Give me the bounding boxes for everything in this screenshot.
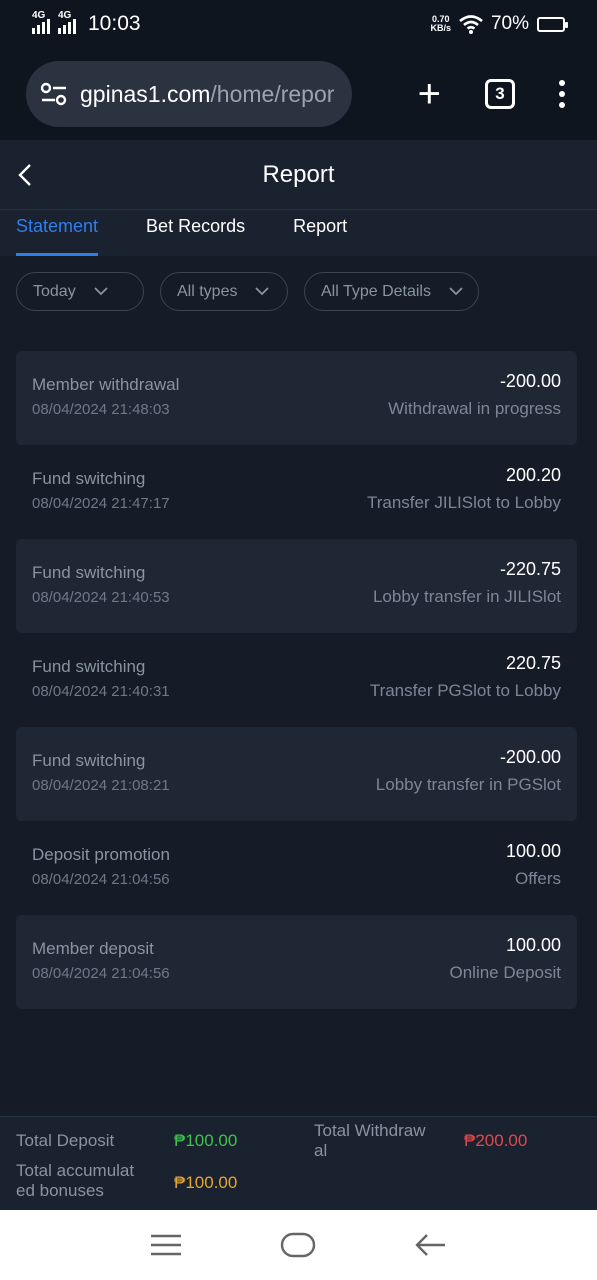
- tx-time: 08/04/2024 21:47:17: [32, 495, 170, 512]
- tx-title: Fund switching: [32, 657, 146, 676]
- list-item[interactable]: Fund switching 08/04/2024 21:40:31 220.7…: [16, 633, 577, 727]
- network-type-2: 4G: [58, 10, 72, 21]
- page-header: Report: [0, 140, 597, 210]
- tx-amount: 100.00: [505, 935, 561, 955]
- tx-desc: Online Deposit: [449, 963, 561, 982]
- tx-time: 08/04/2024 21:04:56: [32, 965, 170, 982]
- label-line: Total Withdraw: [314, 1121, 426, 1140]
- network-speed: 0.70 KB/s: [430, 15, 451, 33]
- tx-title: Fund switching: [32, 469, 146, 488]
- label-line: ed bonuses: [16, 1181, 104, 1200]
- list-item[interactable]: Fund switching 08/04/2024 21:47:17 200.2…: [16, 445, 577, 539]
- arrow-left-icon[interactable]: [413, 1230, 449, 1260]
- tx-amount: 100.00: [505, 841, 561, 861]
- tx-time: 08/04/2024 21:04:56: [32, 871, 170, 888]
- chevron-down-icon: [94, 287, 108, 296]
- tx-title: Fund switching: [32, 563, 146, 582]
- type-detail-filter[interactable]: All Type Details: [304, 272, 479, 311]
- type-filter[interactable]: All types: [160, 272, 288, 311]
- page-title: Report: [262, 160, 335, 188]
- url-path: /home/repor: [210, 80, 335, 107]
- tx-time: 08/04/2024 21:40:31: [32, 683, 170, 700]
- url-text[interactable]: gpinas1.com/home/repor: [80, 81, 334, 108]
- browser-toolbar: gpinas1.com/home/repor + 3: [0, 48, 597, 140]
- list-item[interactable]: Member deposit 08/04/2024 21:04:56 100.0…: [16, 915, 577, 1009]
- tx-desc: Offers: [515, 869, 561, 888]
- tab-count-button[interactable]: 3: [485, 79, 515, 109]
- tx-desc: Lobby transfer in PGSlot: [375, 775, 561, 794]
- list-item[interactable]: Deposit promotion 08/04/2024 21:04:56 10…: [16, 821, 577, 915]
- tx-title: Deposit promotion: [32, 845, 170, 864]
- tx-amount: 220.75: [505, 653, 561, 673]
- tx-title: Member deposit: [32, 939, 154, 958]
- tx-amount: -220.75: [499, 559, 561, 579]
- wifi-icon: [459, 15, 483, 34]
- tx-time: 08/04/2024 21:08:21: [32, 777, 170, 794]
- kebab-menu-icon[interactable]: [559, 80, 565, 108]
- total-withdrawal-label: Total Withdraw al: [314, 1121, 425, 1161]
- tune-icon[interactable]: [40, 82, 68, 106]
- tx-amount: -200.00: [499, 747, 561, 767]
- cellular-signal-icon: 4G: [32, 10, 50, 34]
- menu-lines-icon[interactable]: [148, 1230, 184, 1260]
- network-type-1: 4G: [32, 10, 46, 21]
- tab-report[interactable]: Report: [293, 210, 347, 256]
- chevron-down-icon: [449, 287, 463, 296]
- filter-label: All types: [177, 282, 238, 300]
- battery-icon: [537, 16, 568, 32]
- tx-amount: -200.00: [499, 371, 561, 391]
- tx-amount: 200.20: [505, 465, 561, 485]
- label-line: al: [314, 1141, 328, 1160]
- tx-title: Fund switching: [32, 751, 146, 770]
- speed-unit: KB/s: [430, 23, 451, 33]
- total-deposit-label: Total Deposit: [16, 1131, 115, 1150]
- chevron-left-icon[interactable]: [16, 162, 36, 188]
- url-domain: gpinas1.com: [80, 80, 211, 107]
- filter-row: Today All types All Type Details: [16, 272, 479, 311]
- home-pill-icon[interactable]: [280, 1230, 316, 1260]
- total-deposit-value: ₱100.00: [174, 1131, 238, 1150]
- total-bonuses-value: ₱100.00: [174, 1173, 238, 1192]
- tx-time: 08/04/2024 21:40:53: [32, 589, 170, 606]
- chevron-down-icon: [255, 287, 270, 296]
- tx-desc: Transfer JILISlot to Lobby: [366, 493, 561, 512]
- address-bar[interactable]: gpinas1.com/home/repor: [26, 61, 352, 127]
- list-item[interactable]: Fund switching 08/04/2024 21:40:53 -220.…: [16, 539, 577, 633]
- tx-desc: Withdrawal in progress: [388, 399, 561, 418]
- clock: 10:03: [88, 12, 141, 35]
- tx-time: 08/04/2024 21:48:03: [32, 401, 170, 418]
- tab-bet-records[interactable]: Bet Records: [146, 210, 245, 256]
- filter-label: Today: [33, 282, 76, 300]
- tx-desc: Lobby transfer in JILISlot: [372, 587, 561, 606]
- date-filter[interactable]: Today: [16, 272, 144, 311]
- label-line: Total accumulat: [16, 1161, 135, 1180]
- total-bonuses-label: Total accumulat ed bonuses: [16, 1161, 134, 1201]
- battery-percent: 70%: [490, 13, 529, 34]
- status-bar: 4G 4G 10:03 0.70 KB/s 70%: [0, 0, 597, 48]
- tab-statement[interactable]: Statement: [16, 210, 99, 256]
- plus-icon[interactable]: +: [418, 74, 441, 114]
- list-item[interactable]: Member withdrawal 08/04/2024 21:48:03 -2…: [16, 351, 577, 445]
- list-item[interactable]: Fund switching 08/04/2024 21:08:21 -200.…: [16, 727, 577, 821]
- tx-desc: Transfer PGSlot to Lobby: [369, 681, 561, 700]
- filter-label: All Type Details: [321, 282, 431, 300]
- tx-title: Member withdrawal: [32, 375, 180, 394]
- tab-bar: Statement Bet Records Report: [0, 210, 597, 256]
- system-nav-bar: [0, 1210, 597, 1280]
- cellular-signal-icon: 4G: [58, 10, 76, 34]
- totals-footer: Total Deposit ₱100.00 Total Withdraw al …: [0, 1116, 597, 1210]
- total-withdrawal-value: ₱200.00: [464, 1131, 528, 1150]
